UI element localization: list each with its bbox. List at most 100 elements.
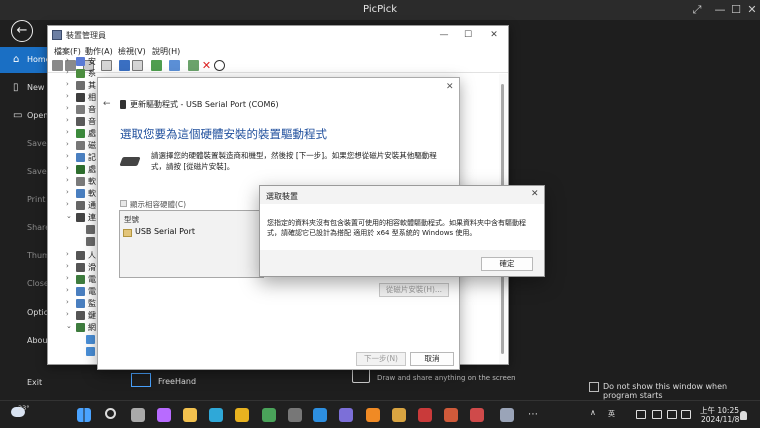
app-tray-icon[interactable] (636, 410, 646, 419)
back-icon[interactable] (52, 60, 63, 71)
menu-help[interactable]: 說明(H) (152, 46, 180, 57)
chrome-icon[interactable] (235, 408, 249, 422)
tree-item-label: 通 (88, 201, 96, 210)
expand-chevron-icon[interactable]: › (66, 92, 69, 100)
app-14-icon[interactable] (444, 408, 458, 422)
expand-chevron-icon[interactable]: › (66, 140, 69, 148)
sidebar-item-new[interactable]: ▯ New (0, 75, 50, 101)
copilot-icon[interactable] (157, 408, 171, 422)
sidebar-item-open[interactable]: ▭ Open (0, 103, 50, 129)
expand-chevron-icon[interactable]: › (66, 128, 69, 136)
picpick-sidebar: ← ⌂Home ▯New ▭Open Save Save As Print Sh… (0, 20, 50, 400)
weather-temp: 23° (18, 404, 30, 412)
expand-chevron-icon[interactable]: › (66, 250, 69, 258)
task-view-icon[interactable] (131, 408, 145, 422)
next-button[interactable]: 下一步(N) (356, 352, 406, 366)
wizard-close-icon[interactable]: ✕ (446, 82, 454, 92)
vscode-icon[interactable] (313, 408, 327, 422)
sidebar-item-about[interactable]: About (0, 328, 50, 354)
monitor-icon[interactable] (169, 60, 180, 71)
sidebar-item-close[interactable]: Close (0, 271, 50, 297)
search-app-icon[interactable] (366, 408, 380, 422)
expand-chevron-icon[interactable]: › (66, 56, 69, 64)
pin-icon[interactable]: ⤢ (690, 3, 704, 17)
device-manager-app-icon[interactable] (500, 408, 514, 422)
tree-item-label: 連 (88, 213, 96, 222)
app-13-icon[interactable] (418, 408, 432, 422)
expand-chevron-icon[interactable]: › (66, 298, 69, 306)
dm-minimize-icon[interactable]: — (438, 29, 450, 41)
app-7-icon[interactable] (262, 408, 276, 422)
expand-chevron-icon[interactable]: › (66, 200, 69, 208)
minimize-icon[interactable]: — (713, 3, 727, 17)
ok-button[interactable]: 確定 (481, 257, 533, 271)
expand-chevron-icon[interactable]: › (66, 274, 69, 282)
sidebar-item-save[interactable]: Save (0, 131, 50, 157)
have-disk-button[interactable]: 從磁片安裝(H)... (379, 283, 449, 297)
model-list[interactable]: 型號 USB Serial Port (119, 210, 264, 278)
sidebar-item-home[interactable]: ⌂ Home (0, 47, 50, 73)
close-icon[interactable]: ✕ (745, 3, 759, 17)
dm-maximize-icon[interactable]: ☐ (462, 29, 474, 41)
device-category-icon (76, 69, 85, 78)
app-8-icon[interactable] (288, 408, 302, 422)
network-icon[interactable] (652, 410, 662, 419)
ime-indicator[interactable]: 英 (608, 409, 615, 419)
expand-chevron-icon[interactable]: › (66, 188, 69, 196)
update-driver-icon[interactable] (151, 60, 162, 71)
whiteboard-label[interactable]: Draw and share anything on the screen (377, 374, 516, 382)
driver-icon (123, 229, 132, 237)
start-icon[interactable] (77, 408, 91, 422)
expand-chevron-icon[interactable]: › (66, 104, 69, 112)
freehand-label[interactable]: FreeHand (158, 377, 196, 386)
sidebar-item-thumbnail[interactable]: Thumbnail (0, 243, 50, 269)
device-category-icon (76, 263, 85, 272)
battery-icon[interactable] (681, 410, 691, 419)
expand-chevron-icon[interactable]: ⌄ (66, 322, 72, 330)
back-arrow-icon[interactable]: ← (11, 20, 33, 42)
tree-item-label: 相 (88, 93, 96, 102)
expand-chevron-icon[interactable]: ⌄ (66, 212, 72, 220)
dm-close-icon[interactable]: ✕ (488, 29, 500, 41)
dont-show-checkbox[interactable] (589, 382, 599, 392)
volume-icon[interactable] (667, 410, 677, 419)
sidebar-item-share[interactable]: Share (0, 215, 50, 241)
tray-chevron-icon[interactable]: ∧ (590, 408, 596, 417)
expand-chevron-icon[interactable]: › (66, 68, 69, 76)
sidebar-item-exit[interactable]: Exit (0, 370, 50, 396)
expand-chevron-icon[interactable]: › (66, 310, 69, 318)
tree-item-label: 電 (88, 275, 96, 284)
app-10-icon[interactable] (339, 408, 353, 422)
expand-chevron-icon[interactable]: › (66, 116, 69, 124)
sidebar-item-print[interactable]: Print (0, 187, 50, 213)
more-icon[interactable]: ⋯ (526, 408, 540, 422)
app-12-icon[interactable] (392, 408, 406, 422)
edge-icon[interactable] (209, 408, 223, 422)
maximize-icon[interactable]: ☐ (729, 3, 743, 17)
expand-chevron-icon[interactable]: › (66, 80, 69, 88)
view-icon[interactable] (132, 60, 143, 71)
expand-chevron-icon[interactable]: › (66, 164, 69, 172)
cancel-button[interactable]: 取消 (410, 352, 454, 366)
freehand-icon[interactable] (131, 373, 151, 387)
scan-download-icon[interactable] (214, 60, 225, 71)
sidebar-item-save-as[interactable]: Save As (0, 159, 50, 185)
dialog-close-icon[interactable]: ✕ (531, 189, 539, 199)
expand-chevron-icon[interactable]: › (66, 176, 69, 184)
expand-chevron-icon[interactable]: › (66, 152, 69, 160)
add-hardware-icon[interactable] (188, 60, 199, 71)
tree-item[interactable]: › 安 (66, 56, 126, 67)
notification-bell-icon[interactable] (740, 411, 747, 420)
list-item[interactable]: USB Serial Port (123, 227, 260, 239)
compatible-hardware-checkbox[interactable] (120, 200, 127, 207)
file-explorer-icon[interactable] (183, 408, 197, 422)
expand-chevron-icon[interactable]: › (66, 286, 69, 294)
uninstall-icon[interactable]: ✕ (201, 60, 212, 71)
clock-date[interactable]: 2024/11/8 (701, 415, 739, 424)
expand-chevron-icon[interactable]: › (66, 262, 69, 270)
tree-item-label: 網 (88, 323, 96, 332)
wizard-back-icon[interactable]: ← (103, 99, 111, 109)
app-15-icon[interactable] (470, 408, 484, 422)
search-icon[interactable] (105, 408, 116, 419)
sidebar-item-options[interactable]: Options (0, 300, 50, 326)
